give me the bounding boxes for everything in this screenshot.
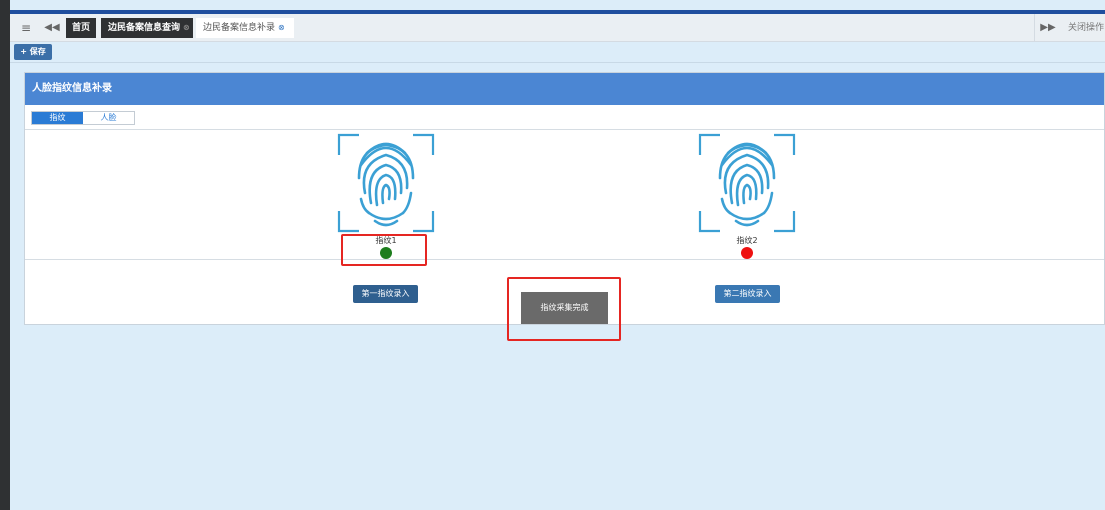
divider [25,259,1104,260]
fingerprint-1-image [337,133,435,233]
tab-home-label: 首页 [71,23,90,33]
first-fingerprint-enroll-button[interactable]: 第一指纹录入 [353,285,418,303]
highlight-box [507,277,621,341]
close-icon[interactable]: ⊗ [183,23,190,32]
fingerprint-2-image [698,133,796,233]
toolbar-divider [10,62,1105,63]
fingerprint-icon [337,133,435,233]
tab-query-label: 边民备案信息查询 [108,23,181,33]
close-icon[interactable]: ⊗ [278,23,285,32]
tab-bar: ≡ ◀◀ 首页 边民备案信息查询 ⊗ 边民备案信息补录 ⊗ ▶▶ 关闭操作 [10,14,1105,42]
fingerprint-icon [698,133,796,233]
subtab-group: 指纹 人脸 [31,111,135,125]
tab-home[interactable]: 首页 [66,18,96,38]
tab-border-resident-supplement[interactable]: 边民备案信息补录 ⊗ [196,18,294,38]
second-fingerprint-enroll-button[interactable]: 第二指纹录入 [715,285,780,303]
panel-title: 人脸指纹信息补录 [25,73,1104,105]
subtab-fingerprint[interactable]: 指纹 [32,112,83,124]
tab-supp-label: 边民备案信息补录 [203,23,276,33]
subtab-face[interactable]: 人脸 [83,112,134,124]
double-left-arrow-icon[interactable]: ◀◀ [44,17,60,39]
fingerprint-2-status-indicator [741,247,753,259]
divider [25,129,1104,130]
close-operations-button[interactable]: 关闭操作 [1068,17,1105,39]
highlight-box [341,234,427,266]
tab-border-resident-query[interactable]: 边民备案信息查询 ⊗ [101,18,193,38]
double-right-arrow-icon[interactable]: ▶▶ [1040,17,1056,39]
save-button[interactable]: + 保存 [14,44,52,60]
left-sidebar-strip [0,0,10,510]
tabbar-divider [1034,14,1035,42]
fingerprint-2-label: 指纹2 [736,236,758,245]
menu-icon[interactable]: ≡ [18,17,34,39]
